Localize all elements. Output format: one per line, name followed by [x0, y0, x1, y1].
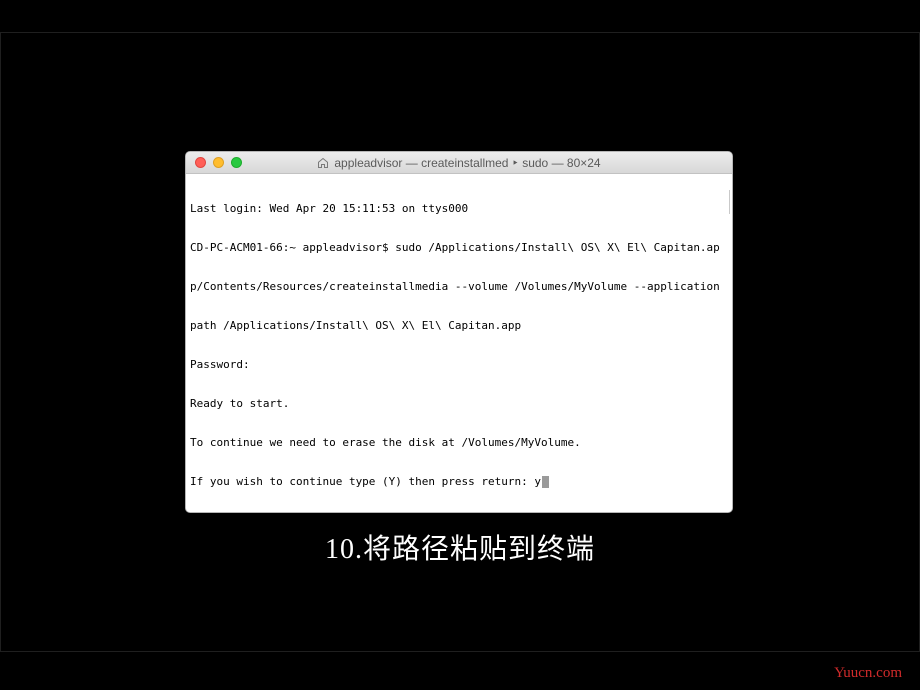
close-button[interactable]: [195, 157, 206, 168]
terminal-output[interactable]: Last login: Wed Apr 20 15:11:53 on ttys0…: [186, 174, 732, 513]
terminal-prompt-line: If you wish to continue type (Y) then pr…: [190, 475, 728, 488]
terminal-line: path /Applications/Install\ OS\ X\ El\ C…: [190, 319, 728, 332]
slide-caption: 10.将路径粘贴到终端: [0, 527, 920, 567]
watermark: Yuucn.com: [834, 665, 902, 682]
minimize-button[interactable]: [213, 157, 224, 168]
terminal-line: Password:: [190, 358, 728, 371]
maximize-button[interactable]: [231, 157, 242, 168]
terminal-line: Ready to start.: [190, 397, 728, 410]
window-title-wrap: appleadvisor — createinstallmed ‣ sudo —…: [186, 156, 732, 170]
terminal-line: p/Contents/Resources/createinstallmedia …: [190, 280, 728, 293]
scrollbar[interactable]: [729, 190, 730, 214]
window-title: appleadvisor — createinstallmed ‣ sudo —…: [334, 156, 600, 170]
home-icon: [317, 157, 329, 169]
terminal-line: To continue we need to erase the disk at…: [190, 436, 728, 449]
terminal-line-text: If you wish to continue type (Y) then pr…: [190, 475, 541, 488]
terminal-line: CD-PC-ACM01-66:~ appleadvisor$ sudo /App…: [190, 241, 728, 254]
terminal-window: appleadvisor — createinstallmed ‣ sudo —…: [185, 151, 733, 513]
window-titlebar[interactable]: appleadvisor — createinstallmed ‣ sudo —…: [186, 152, 732, 174]
terminal-cursor: [542, 476, 549, 488]
terminal-line: Last login: Wed Apr 20 15:11:53 on ttys0…: [190, 202, 728, 215]
traffic-lights: [186, 157, 242, 168]
